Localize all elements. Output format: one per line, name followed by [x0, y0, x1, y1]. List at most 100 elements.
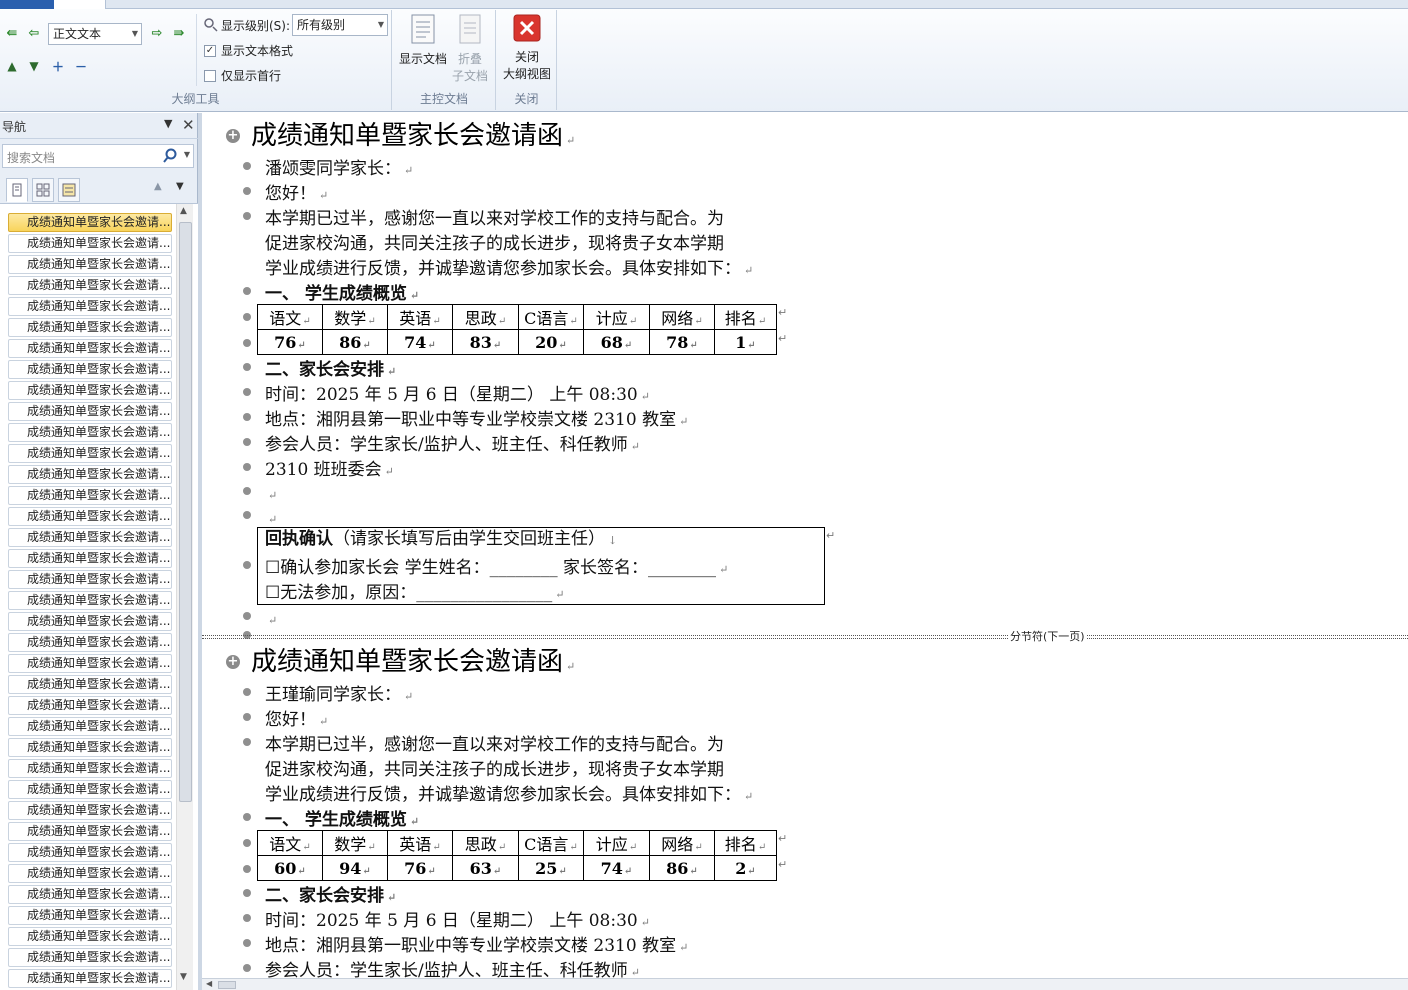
- expand-button[interactable]: ＋: [49, 58, 67, 74]
- nav-heading-item[interactable]: 成绩通知单暨家长会邀请...: [8, 801, 172, 820]
- promote-button[interactable]: ⇦: [24, 24, 44, 42]
- outline-bullet[interactable]: [243, 313, 251, 321]
- scroll-thumb[interactable]: [179, 222, 192, 802]
- nav-heading-item[interactable]: 成绩通知单暨家长会邀请...: [8, 402, 172, 421]
- nav-scrollbar[interactable]: ▲ ▼: [176, 204, 193, 990]
- collapse-subdocuments-button[interactable]: 折叠 子文档: [447, 14, 493, 85]
- nav-heading-item[interactable]: 成绩通知单暨家长会邀请...: [8, 591, 172, 610]
- nav-heading-item[interactable]: 成绩通知单暨家长会邀请...: [8, 360, 172, 379]
- outline-tab[interactable]: [54, 0, 106, 9]
- search-input[interactable]: 搜索文档 ▼: [2, 144, 194, 168]
- outline-bullet[interactable]: [243, 964, 251, 972]
- tab-results[interactable]: [58, 178, 80, 202]
- nav-heading-item[interactable]: 成绩通知单暨家长会邀请...: [8, 738, 172, 757]
- nav-heading-item[interactable]: 成绩通知单暨家长会邀请...: [8, 717, 172, 736]
- nav-heading-item[interactable]: 成绩通知单暨家长会邀请...: [8, 843, 172, 862]
- nav-heading-item[interactable]: 成绩通知单暨家长会邀请...: [8, 927, 172, 946]
- next-heading-icon[interactable]: ▼: [176, 181, 184, 192]
- nav-heading-item[interactable]: 成绩通知单暨家长会邀请...: [8, 549, 172, 568]
- demote-button[interactable]: ⇨: [147, 24, 167, 42]
- outline-bullet[interactable]: [243, 914, 251, 922]
- outline-bullet[interactable]: [243, 212, 251, 220]
- nav-heading-item[interactable]: 成绩通知单暨家长会邀请...: [8, 696, 172, 715]
- nav-heading-item[interactable]: 成绩通知单暨家长会邀请...: [8, 885, 172, 904]
- scroll-thumb[interactable]: [218, 981, 236, 989]
- file-tab[interactable]: [0, 0, 54, 9]
- outline-bullet[interactable]: [243, 713, 251, 721]
- nav-heading-item[interactable]: 成绩通知单暨家长会邀请...: [8, 486, 172, 505]
- nav-heading-item[interactable]: 成绩通知单暨家长会邀请...: [8, 948, 172, 967]
- nav-heading-item[interactable]: 成绩通知单暨家长会邀请...: [8, 759, 172, 778]
- nav-heading-item[interactable]: 成绩通知单暨家长会邀请...: [8, 213, 172, 232]
- outline-bullet[interactable]: [243, 889, 251, 897]
- outline-bullet[interactable]: [243, 813, 251, 821]
- nav-heading-item[interactable]: 成绩通知单暨家长会邀请...: [8, 444, 172, 463]
- nav-heading-item[interactable]: 成绩通知单暨家长会邀请...: [8, 507, 172, 526]
- outline-bullet[interactable]: [243, 287, 251, 295]
- show-level-select[interactable]: 所有级别 ▼: [292, 14, 388, 36]
- tab-headings[interactable]: [6, 178, 28, 202]
- collapse-button[interactable]: －: [72, 58, 90, 74]
- tab-pages[interactable]: [32, 178, 54, 202]
- horizontal-scrollbar[interactable]: ◀: [202, 978, 1408, 990]
- show-text-format-checkbox[interactable]: ✓ 显示文本格式: [204, 42, 293, 59]
- nav-heading-item[interactable]: 成绩通知单暨家长会邀请...: [8, 822, 172, 841]
- outline-bullet[interactable]: [243, 839, 251, 847]
- nav-heading-item[interactable]: 成绩通知单暨家长会邀请...: [8, 780, 172, 799]
- chevron-down-icon[interactable]: ▼: [164, 117, 172, 130]
- nav-heading-item[interactable]: 成绩通知单暨家长会邀请...: [8, 318, 172, 337]
- nav-heading-item[interactable]: 成绩通知单暨家长会邀请...: [8, 297, 172, 316]
- nav-heading-item[interactable]: 成绩通知单暨家长会邀请...: [8, 570, 172, 589]
- scroll-up-icon[interactable]: ▲: [180, 206, 187, 216]
- nav-heading-item[interactable]: 成绩通知单暨家长会邀请...: [8, 633, 172, 652]
- outline-bullet[interactable]: [243, 487, 251, 495]
- chevron-down-icon[interactable]: ▼: [184, 150, 190, 159]
- outline-level-select[interactable]: 正文文本 ▼: [48, 23, 142, 45]
- outline-bullet[interactable]: [243, 162, 251, 170]
- outline-bullet[interactable]: [243, 339, 251, 347]
- nav-heading-item[interactable]: 成绩通知单暨家长会邀请...: [8, 675, 172, 694]
- nav-heading-item[interactable]: 成绩通知单暨家长会邀请...: [8, 339, 172, 358]
- search-icon[interactable]: [163, 148, 177, 167]
- table-header-cell: 数学↵: [322, 304, 388, 330]
- nav-heading-item[interactable]: 成绩通知单暨家长会邀请...: [8, 234, 172, 253]
- scroll-left-icon[interactable]: ◀: [206, 979, 212, 988]
- show-first-line-only-checkbox[interactable]: 仅显示首行: [204, 67, 281, 84]
- outline-bullet[interactable]: [243, 511, 251, 519]
- outline-bullet[interactable]: [243, 688, 251, 696]
- show-document-button[interactable]: 显示文档: [397, 14, 449, 68]
- outline-bullet[interactable]: [243, 561, 251, 569]
- scroll-down-icon[interactable]: ▼: [180, 972, 187, 982]
- outline-bullet[interactable]: [243, 463, 251, 471]
- outline-bullet[interactable]: [243, 363, 251, 371]
- expand-heading-icon[interactable]: +: [226, 129, 240, 143]
- previous-heading-icon[interactable]: ▲: [154, 181, 162, 192]
- move-down-button[interactable]: ▼: [25, 58, 43, 74]
- nav-heading-item[interactable]: 成绩通知单暨家长会邀请...: [8, 612, 172, 631]
- outline-bullet[interactable]: [243, 738, 251, 746]
- outline-bullet[interactable]: [243, 865, 251, 873]
- nav-heading-item[interactable]: 成绩通知单暨家长会邀请...: [8, 465, 172, 484]
- move-up-button[interactable]: ▲: [3, 58, 21, 74]
- close-icon[interactable]: ✕: [182, 116, 195, 134]
- nav-heading-item[interactable]: 成绩通知单暨家长会邀请...: [8, 381, 172, 400]
- nav-heading-item[interactable]: 成绩通知单暨家长会邀请...: [8, 864, 172, 883]
- nav-heading-item[interactable]: 成绩通知单暨家长会邀请...: [8, 255, 172, 274]
- nav-heading-item[interactable]: 成绩通知单暨家长会邀请...: [8, 276, 172, 295]
- outline-bullet[interactable]: [243, 438, 251, 446]
- outline-bullet[interactable]: [243, 413, 251, 421]
- outline-bullet[interactable]: [243, 388, 251, 396]
- document-area[interactable]: + 成绩通知单暨家长会邀请函 ↵ 潘颂雯同学家长： ↵ 您好！ ↵ 本学期已过半，感谢您一直以…: [202, 113, 1408, 990]
- outline-bullet[interactable]: [243, 939, 251, 947]
- nav-heading-item[interactable]: 成绩通知单暨家长会邀请...: [8, 906, 172, 925]
- close-outline-view-button[interactable]: 关闭 大纲视图: [499, 14, 555, 83]
- nav-heading-item[interactable]: 成绩通知单暨家长会邀请...: [8, 969, 172, 988]
- outline-bullet[interactable]: [243, 187, 251, 195]
- demote-to-body-button[interactable]: ⇛: [169, 24, 189, 42]
- promote-to-heading1-button[interactable]: ⇚: [2, 24, 22, 42]
- expand-heading-icon[interactable]: +: [226, 655, 240, 669]
- nav-heading-item[interactable]: 成绩通知单暨家长会邀请...: [8, 654, 172, 673]
- nav-heading-item[interactable]: 成绩通知单暨家长会邀请...: [8, 528, 172, 547]
- outline-bullet[interactable]: [243, 612, 251, 620]
- nav-heading-item[interactable]: 成绩通知单暨家长会邀请...: [8, 423, 172, 442]
